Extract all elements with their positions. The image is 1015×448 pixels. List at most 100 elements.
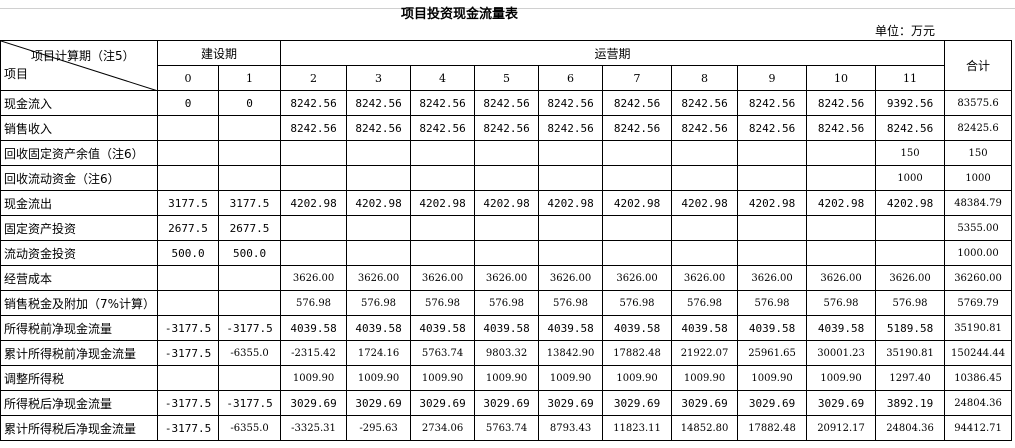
table-cell: 8242.56 (538, 90, 604, 116)
operation-period-header: 运营期 (280, 40, 946, 66)
table-cell (538, 140, 604, 166)
table-cell: 1724.16 (346, 340, 412, 366)
period-header-6: 6 (538, 65, 604, 91)
table-cell: 4039.58 (538, 315, 604, 341)
table-cell (474, 215, 540, 241)
total-header: 合计 (944, 40, 1013, 91)
table-cell: 576.98 (346, 290, 412, 316)
table-cell: 8242.56 (602, 115, 673, 141)
row-total: 94412.71 (944, 415, 1013, 441)
table-cell (218, 165, 282, 191)
table-cell: 3177.5 (157, 190, 220, 216)
row-total: 24804.36 (944, 390, 1013, 416)
table-cell: 4039.58 (602, 315, 673, 341)
table-cell: 24804.36 (875, 415, 946, 441)
item-header-label: 项目 (4, 67, 29, 81)
row-total: 48384.79 (944, 190, 1013, 216)
table-cell (157, 265, 220, 291)
row-total: 82425.6 (944, 115, 1013, 141)
row-label: 销售收入 (0, 115, 159, 141)
table-cell: 4202.98 (410, 190, 476, 216)
table-cell: 8242.56 (737, 115, 808, 141)
table-cell (218, 115, 282, 141)
row-total: 5769.79 (944, 290, 1013, 316)
table-cell: -3325.31 (280, 415, 348, 441)
period-header-11: 11 (875, 65, 946, 91)
table-cell (806, 165, 877, 191)
table-cell: 4039.58 (474, 315, 540, 341)
table-cell: 1009.90 (410, 365, 476, 391)
table-cell: 8242.56 (410, 90, 476, 116)
table-row: 所得税前净现金流量 -3177.5 -3177.5 4039.58 4039.58 403… (0, 315, 1013, 341)
table-cell: 3029.69 (806, 390, 877, 416)
table-cell (474, 165, 540, 191)
table-cell: 17882.48 (737, 415, 808, 441)
period-header-4: 4 (410, 65, 476, 91)
table-cell: 1000 (875, 165, 946, 191)
table-cell: 0 (218, 90, 282, 116)
table-cell: 8242.56 (806, 115, 877, 141)
table-cell: 4202.98 (346, 190, 412, 216)
table-row: 现金流入 0 0 8242.56 8242.56 8242.56 8242.56 8242.5… (0, 90, 1013, 116)
table-cell: 8242.56 (671, 115, 739, 141)
table-cell: 8242.56 (280, 90, 348, 116)
table-cell: 4039.58 (346, 315, 412, 341)
table-cell: 13842.90 (538, 340, 604, 366)
table-cell (218, 365, 282, 391)
table-cell: 9803.32 (474, 340, 540, 366)
table-cell: 4039.58 (671, 315, 739, 341)
row-total: 35190.81 (944, 315, 1013, 341)
table-cell: -3177.5 (218, 390, 282, 416)
table-cell: 1297.40 (875, 365, 946, 391)
table-cell: 3626.00 (346, 265, 412, 291)
table-cell (346, 165, 412, 191)
table-cell (538, 165, 604, 191)
construction-period-header: 建设期 (157, 40, 282, 66)
table-cell: 8242.56 (280, 115, 348, 141)
table-row: 经营成本 3626.00 3626.00 3626.00 3626.00 3626.00 3… (0, 265, 1013, 291)
table-cell: 3029.69 (602, 390, 673, 416)
period-header-9: 9 (737, 65, 808, 91)
table-cell (280, 165, 348, 191)
table-cell: 3029.69 (346, 390, 412, 416)
row-label: 回收流动资金（注6） (0, 165, 159, 191)
table-row: 累计所得税后净现金流量 -3177.5 -6355.0 -3325.31 -295.63… (0, 415, 1013, 441)
period-header-5: 5 (474, 65, 540, 91)
table-cell (602, 165, 673, 191)
period-header-label: 项目计算期（注5） (31, 49, 135, 63)
row-total: 5355.00 (944, 215, 1013, 241)
table-cell: 4202.98 (602, 190, 673, 216)
row-label: 所得税后净现金流量 (0, 390, 159, 416)
table-cell: 2677.5 (157, 215, 220, 241)
table-cell (280, 215, 348, 241)
table-cell: -3177.5 (157, 315, 220, 341)
table-cell: 1009.90 (806, 365, 877, 391)
table-cell: 1009.90 (602, 365, 673, 391)
table-cell: 14852.80 (671, 415, 739, 441)
table-cell: 3029.69 (737, 390, 808, 416)
table-cell: 1009.90 (737, 365, 808, 391)
table-cell: 3177.5 (218, 190, 282, 216)
table-cell: 3029.69 (474, 390, 540, 416)
table-cell (806, 140, 877, 166)
table-cell (218, 265, 282, 291)
table-cell: 8242.56 (474, 90, 540, 116)
row-label: 所得税前净现金流量 (0, 315, 159, 341)
row-total: 83575.6 (944, 90, 1013, 116)
table-cell: 4039.58 (737, 315, 808, 341)
table-cell: 0 (157, 90, 220, 116)
row-label: 固定资产投资 (0, 215, 159, 241)
table-row: 固定资产投资 2677.5 2677.5 5355.00 (0, 215, 1013, 241)
table-cell: 576.98 (875, 290, 946, 316)
table-cell: 3626.00 (410, 265, 476, 291)
row-label: 累计所得税后净现金流量 (0, 415, 159, 441)
table-cell (806, 215, 877, 241)
table-row: 所得税后净现金流量 -3177.5 -3177.5 3029.69 3029.69 302… (0, 390, 1013, 416)
table-cell (806, 240, 877, 266)
table-cell: 4039.58 (410, 315, 476, 341)
table-cell: 1009.90 (346, 365, 412, 391)
table-cell (280, 240, 348, 266)
table-cell (410, 165, 476, 191)
table-cell: 3029.69 (410, 390, 476, 416)
table-cell (346, 215, 412, 241)
